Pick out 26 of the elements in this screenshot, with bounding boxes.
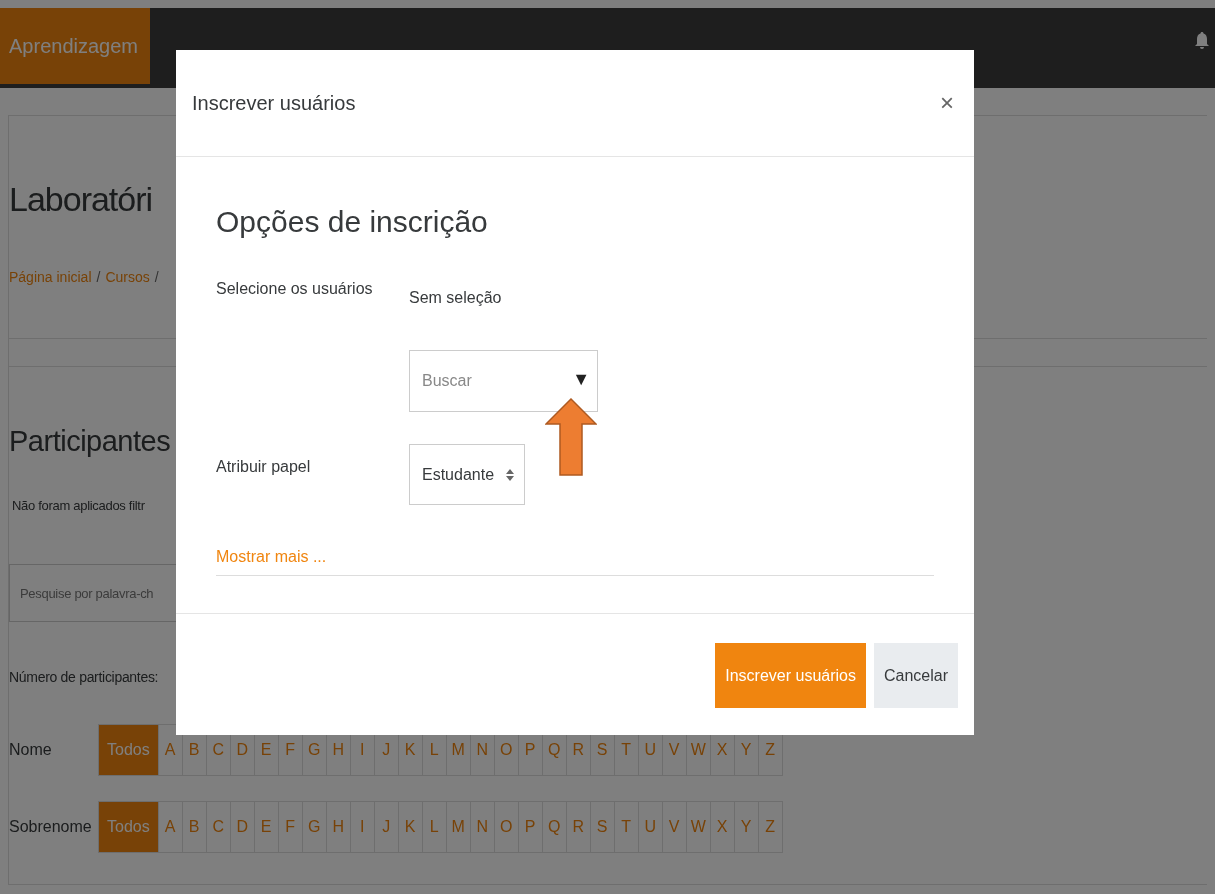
- field-label: Atribuir papel: [216, 456, 312, 477]
- letter-filter[interactable]: Todos: [99, 725, 158, 775]
- close-button[interactable]: ×: [934, 85, 960, 121]
- breadcrumb-link[interactable]: Página inicial: [9, 266, 92, 288]
- section-title: Participantes: [9, 424, 171, 460]
- cancel-button[interactable]: Cancelar: [873, 643, 958, 708]
- role-select[interactable]: Estudante: [409, 444, 525, 505]
- show-more-link[interactable]: Mostrar mais ...: [216, 548, 327, 565]
- form-heading: Opções de inscrição: [216, 207, 489, 237]
- brand-title[interactable]: Aprendizagem: [0, 8, 150, 84]
- filter-label: Nome: [9, 740, 53, 760]
- filter-note: Não foram aplicados filtr: [12, 497, 145, 516]
- sort-icon: [506, 468, 514, 481]
- breadcrumb-separator: /: [96, 267, 101, 287]
- caret-icon: ▼: [572, 370, 590, 388]
- enroll-button[interactable]: Inscrever usuários: [715, 643, 866, 708]
- filter-label: Sobrenome: [9, 817, 93, 837]
- bell-icon[interactable]: [1195, 32, 1209, 50]
- participants-count-label: Número de participantes:: [9, 667, 159, 687]
- selection-text: Sem seleção: [409, 288, 503, 308]
- field-label: Selecione os usuários: [216, 279, 374, 299]
- modal-title: Inscrever usuários: [192, 91, 356, 116]
- breadcrumb-link[interactable]: Cursos: [105, 266, 150, 288]
- letter-filter[interactable]: Todos: [99, 802, 158, 852]
- breadcrumb-separator: /: [154, 267, 159, 287]
- page-title: Laboratóri: [9, 178, 153, 220]
